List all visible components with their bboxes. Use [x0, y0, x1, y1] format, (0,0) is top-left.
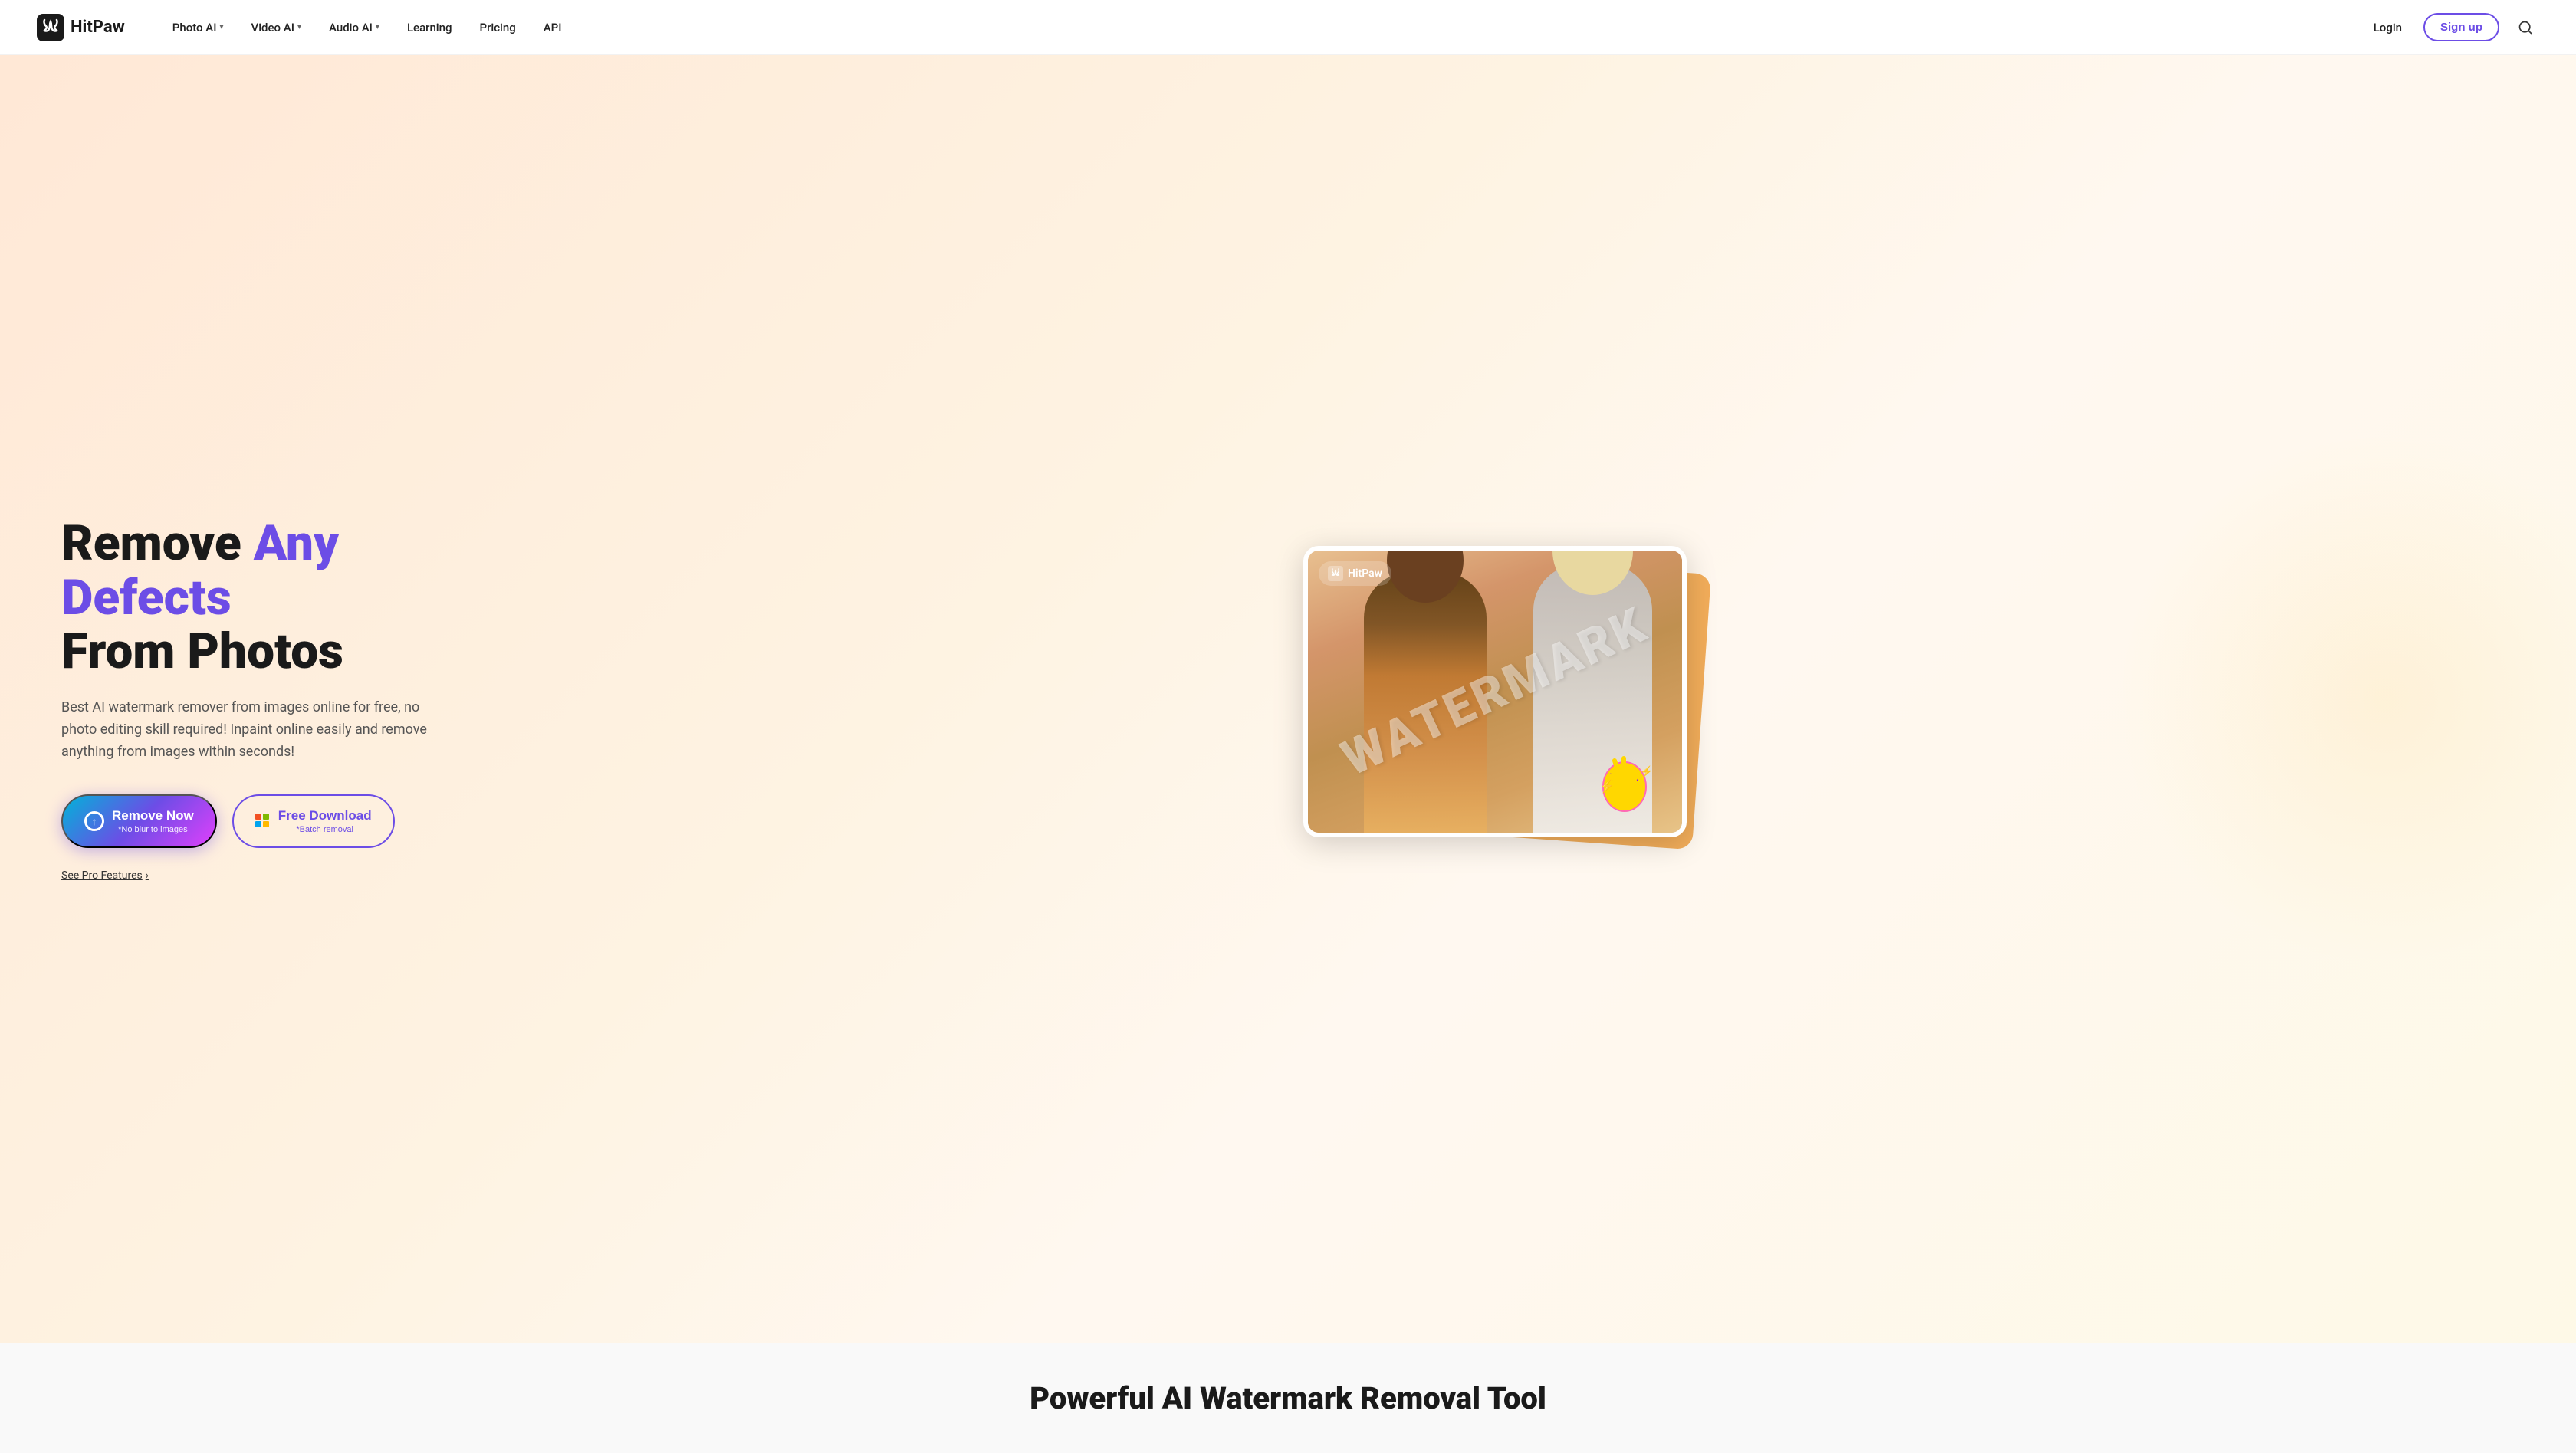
nav-learning[interactable]: Learning — [396, 15, 463, 41]
hitpaw-badge: HitPaw — [1319, 561, 1392, 586]
bottom-title: Powerful AI Watermark Removal Tool — [37, 1380, 2539, 1416]
hero-right: WATERMARK HitPaw Y — [491, 538, 2515, 860]
chevron-down-icon: ▾ — [219, 23, 223, 31]
bottom-section: Powerful AI Watermark Removal Tool — [0, 1343, 2576, 1453]
search-button[interactable] — [2512, 14, 2539, 41]
image-card-front: WATERMARK HitPaw Y — [1303, 546, 1687, 837]
nav-audio-ai[interactable]: Audio AI ▾ — [318, 15, 390, 41]
photo-placeholder: WATERMARK HitPaw Y — [1308, 551, 1682, 833]
hero-title: Remove Any Defects From Photos — [61, 517, 491, 679]
nav-links: Photo AI ▾ Video AI ▾ Audio AI ▾ Learnin… — [162, 15, 2364, 41]
hitpaw-badge-icon — [1328, 566, 1343, 581]
logo-icon — [37, 14, 64, 41]
nav-actions: Login Sign up — [2364, 13, 2539, 41]
search-icon — [2518, 20, 2533, 35]
see-pro-features-link[interactable]: See Pro Features › — [61, 869, 149, 882]
image-stack: WATERMARK HitPaw Y — [1303, 538, 1702, 860]
chevron-down-icon: ▾ — [297, 23, 301, 31]
chevron-right-icon: › — [146, 869, 149, 882]
navbar: HitPaw Photo AI ▾ Video AI ▾ Audio AI ▾ … — [0, 0, 2576, 55]
chevron-down-icon: ▾ — [376, 23, 380, 31]
brand-name: HitPaw — [71, 18, 125, 37]
sticker-yeah: YEAH! ⚡ ⚡ — [1590, 748, 1659, 817]
windows-icon — [255, 814, 271, 829]
hero-left: Remove Any Defects From Photos Best AI w… — [61, 517, 491, 882]
hero-buttons: ↑ Remove Now *No blur to images Free Dow… — [61, 794, 491, 848]
nav-pricing[interactable]: Pricing — [469, 15, 527, 41]
free-download-button[interactable]: Free Download *Batch removal — [232, 794, 395, 848]
remove-now-button[interactable]: ↑ Remove Now *No blur to images — [61, 794, 217, 848]
nav-api[interactable]: API — [533, 15, 573, 41]
nav-photo-ai[interactable]: Photo AI ▾ — [162, 15, 235, 41]
upload-icon: ↑ — [84, 811, 104, 831]
logo[interactable]: HitPaw — [37, 14, 125, 41]
svg-text:⚡: ⚡ — [1599, 779, 1615, 794]
login-button[interactable]: Login — [2364, 15, 2411, 41]
hero-description: Best AI watermark remover from images on… — [61, 697, 429, 763]
hero-section: Remove Any Defects From Photos Best AI w… — [0, 55, 2576, 1343]
signup-button[interactable]: Sign up — [2423, 13, 2499, 41]
svg-text:⚡: ⚡ — [1640, 765, 1653, 778]
nav-video-ai[interactable]: Video AI ▾ — [241, 15, 312, 41]
